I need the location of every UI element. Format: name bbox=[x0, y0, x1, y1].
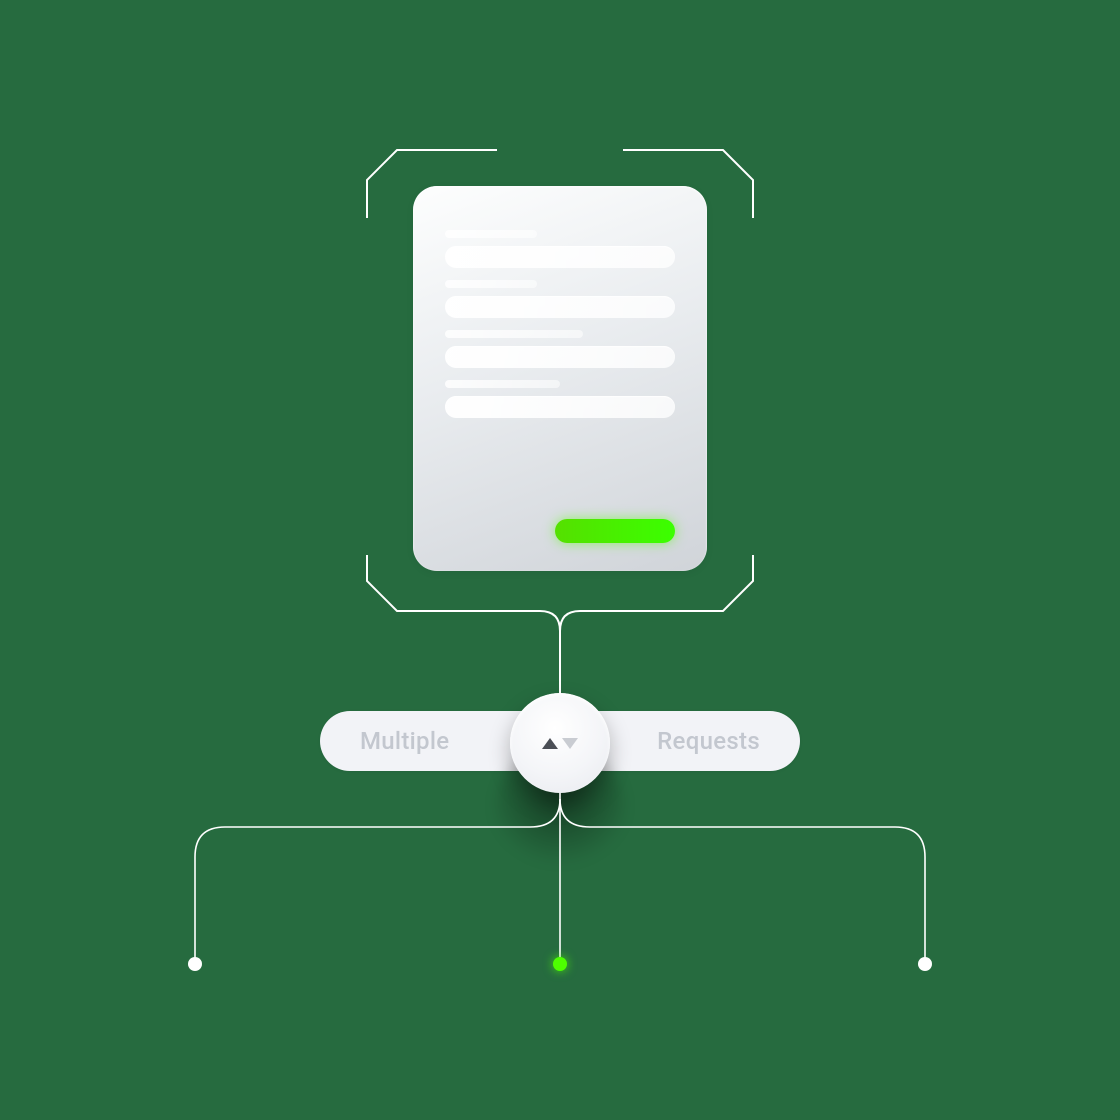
form-row bbox=[445, 380, 675, 418]
placeholder-label bbox=[445, 280, 537, 288]
placeholder-label bbox=[445, 330, 583, 338]
frame-bracket-bottom bbox=[365, 555, 755, 715]
pill-right-label: Requests bbox=[657, 727, 760, 755]
endpoint-node bbox=[918, 957, 932, 971]
endpoint-node-active bbox=[553, 957, 567, 971]
placeholder-field bbox=[445, 346, 675, 368]
placeholder-label bbox=[445, 230, 537, 238]
sort-knob[interactable] bbox=[510, 693, 610, 793]
placeholder-field bbox=[445, 296, 675, 318]
endpoint-node bbox=[188, 957, 202, 971]
placeholder-field bbox=[445, 246, 675, 268]
form-row bbox=[445, 230, 675, 268]
placeholder-label bbox=[445, 380, 560, 388]
placeholder-field bbox=[445, 396, 675, 418]
triangle-down-icon bbox=[562, 738, 578, 749]
pill-left-label: Multiple bbox=[360, 727, 449, 755]
document-card bbox=[413, 186, 707, 571]
submit-placeholder bbox=[555, 519, 675, 543]
triangle-up-icon bbox=[542, 738, 558, 749]
form-row bbox=[445, 330, 675, 368]
form-row bbox=[445, 280, 675, 318]
